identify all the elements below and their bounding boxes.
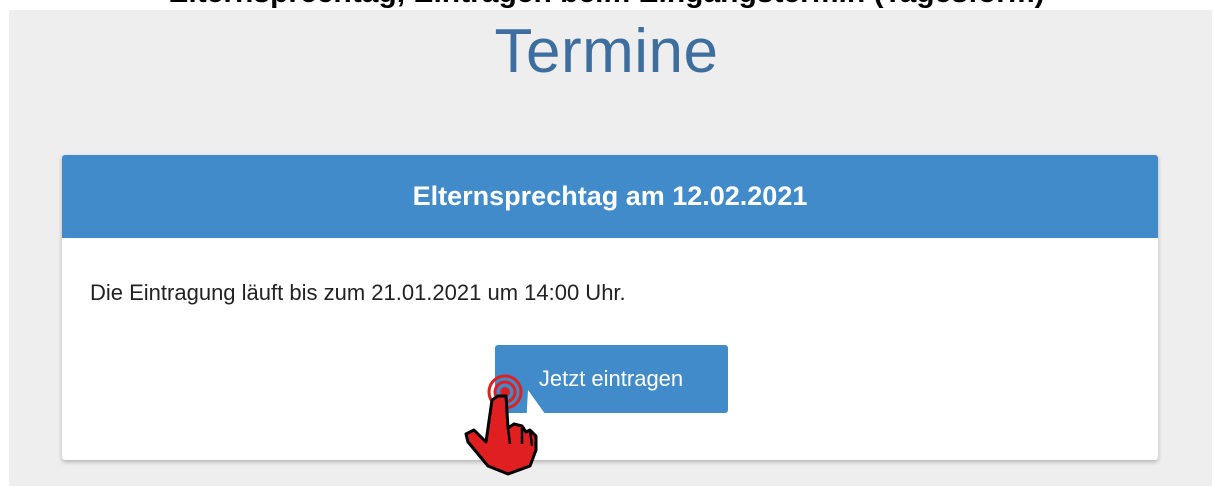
screenshot-stage: Elternsprechtag, Eintragen beim Eingangs… xyxy=(0,0,1213,486)
button-row: Jetzt eintragen xyxy=(62,345,1158,413)
page-title: Termine xyxy=(494,17,719,86)
appointment-card: Elternsprechtag am 12.02.2021 Die Eintra… xyxy=(62,155,1158,460)
hand-pointer-icon xyxy=(464,374,548,476)
registration-deadline-text: Die Eintragung läuft bis zum 21.01.2021 … xyxy=(90,280,626,305)
card-body: Die Eintragung läuft bis zum 21.01.2021 … xyxy=(62,280,1158,306)
card-header: Elternsprechtag am 12.02.2021 xyxy=(62,155,1158,238)
